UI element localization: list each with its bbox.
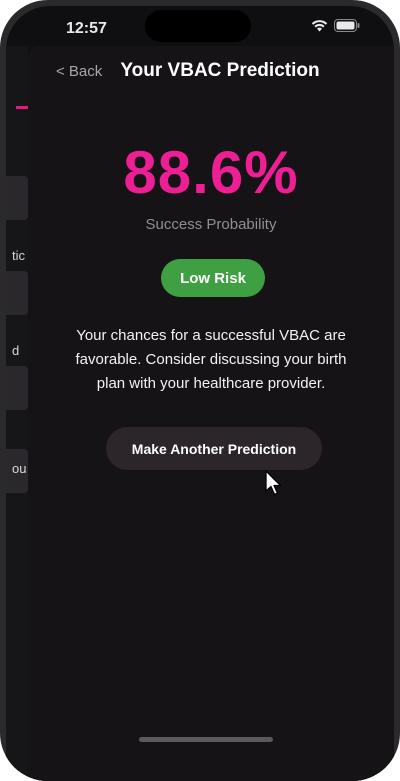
selected-tab-indicator <box>16 106 28 109</box>
status-icons <box>311 19 360 32</box>
dynamic-island <box>145 10 251 42</box>
screen: 12:57 tic d ou < Back Your VBAC Predicti… <box>6 6 394 781</box>
prediction-sheet: < Back Your VBAC Prediction 88.6% Succes… <box>28 46 394 781</box>
battery-icon <box>334 19 360 32</box>
background-screen: tic d ou <box>6 46 28 781</box>
status-time: 12:57 <box>66 20 107 37</box>
mouse-cursor-icon <box>265 470 282 496</box>
device-frame: 12:57 tic d ou < Back Your VBAC Predicti… <box>0 0 400 781</box>
background-field <box>6 176 28 220</box>
risk-badge: Low Risk <box>161 259 265 297</box>
make-another-prediction-button[interactable]: Make Another Prediction <box>106 427 322 470</box>
page-title: Your VBAC Prediction <box>120 60 320 81</box>
background-field <box>6 366 28 410</box>
success-probability-label: Success Probability <box>145 216 277 233</box>
background-field <box>6 271 28 315</box>
result-message: Your chances for a successful VBAC are f… <box>75 327 347 392</box>
success-percentage: 88.6% <box>123 139 299 206</box>
wifi-icon <box>311 19 328 31</box>
home-indicator <box>139 737 273 742</box>
